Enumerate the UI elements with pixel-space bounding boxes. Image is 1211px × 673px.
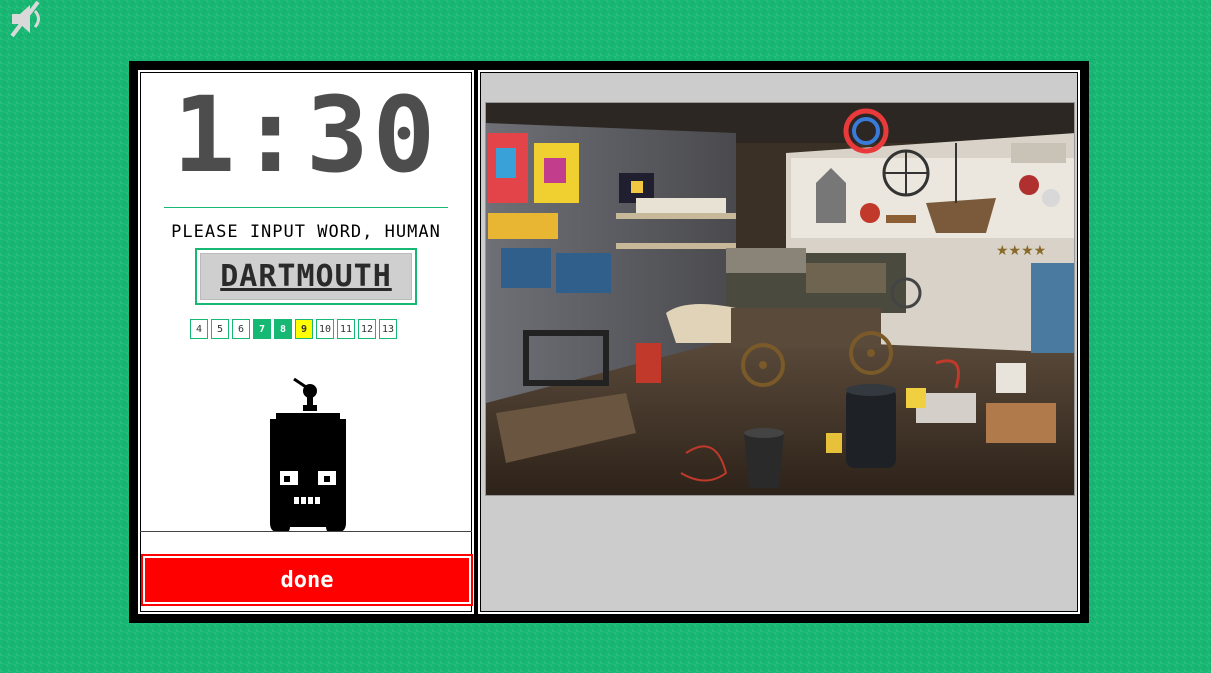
input-prompt: PLEASE INPUT WORD, HUMAN xyxy=(171,222,441,242)
length-option-12[interactable]: 12 xyxy=(358,319,376,339)
length-option-4[interactable]: 4 xyxy=(190,319,208,339)
workshop-photo: ★★★★ xyxy=(485,102,1075,496)
timer-divider xyxy=(164,207,448,208)
length-option-8[interactable]: 8 xyxy=(274,319,292,339)
ground-line xyxy=(140,531,472,532)
right-panel: ★★★★ xyxy=(478,70,1080,614)
word-input-box[interactable]: DARTMOUTH xyxy=(195,248,417,305)
length-option-7[interactable]: 7 xyxy=(253,319,271,339)
length-option-9[interactable]: 9 xyxy=(295,319,313,339)
word-length-indicators: 4 5 6 7 8 9 10 11 12 13 xyxy=(190,319,397,339)
length-option-6[interactable]: 6 xyxy=(232,319,250,339)
game-frame: 1:30 PLEASE INPUT WORD, HUMAN DARTMOUTH … xyxy=(129,61,1089,623)
svg-text:★★★★: ★★★★ xyxy=(996,243,1046,259)
mute-icon[interactable] xyxy=(8,0,52,40)
done-button[interactable]: done xyxy=(141,554,473,606)
length-option-11[interactable]: 11 xyxy=(337,319,355,339)
word-input[interactable]: DARTMOUTH xyxy=(200,253,412,300)
length-option-10[interactable]: 10 xyxy=(316,319,334,339)
left-panel: 1:30 PLEASE INPUT WORD, HUMAN DARTMOUTH … xyxy=(138,70,474,614)
length-option-5[interactable]: 5 xyxy=(211,319,229,339)
countdown-timer: 1:30 xyxy=(172,74,440,196)
length-option-13[interactable]: 13 xyxy=(379,319,397,339)
robot-icon xyxy=(266,377,350,533)
